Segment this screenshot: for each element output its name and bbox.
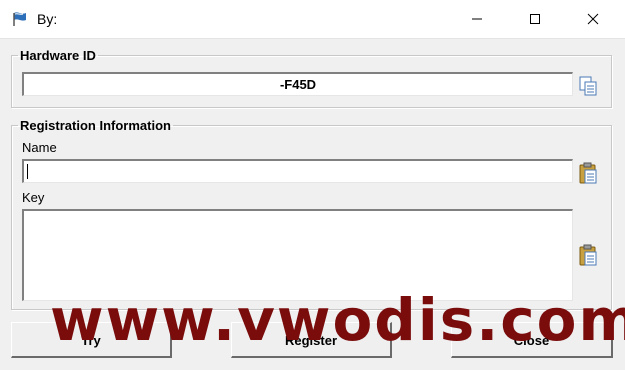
maximize-button[interactable] [506, 0, 564, 38]
minimize-icon [472, 18, 482, 20]
flag-icon [13, 12, 26, 26]
register-button[interactable]: Register [231, 322, 392, 358]
close-icon [587, 13, 599, 25]
key-textarea[interactable] [22, 209, 573, 301]
title-bar: By: [0, 0, 625, 39]
key-label: Key [22, 190, 45, 205]
close-window-button[interactable] [564, 0, 622, 38]
maximize-icon [530, 14, 540, 24]
clipboard-icon[interactable] [578, 244, 598, 266]
clipboard-icon[interactable] [578, 162, 598, 184]
text-caret [27, 164, 28, 179]
name-input[interactable] [22, 159, 573, 183]
hardware-id-field[interactable]: -F45D [22, 72, 573, 96]
try-button[interactable]: Try [11, 322, 172, 358]
name-label: Name [22, 140, 57, 155]
hardware-id-legend: Hardware ID [20, 48, 96, 63]
registration-info-legend: Registration Information [20, 118, 171, 133]
copy-icon[interactable] [578, 75, 598, 97]
minimize-button[interactable] [448, 0, 506, 38]
close-button[interactable]: Close [451, 322, 613, 358]
window-title: By: [37, 11, 58, 27]
